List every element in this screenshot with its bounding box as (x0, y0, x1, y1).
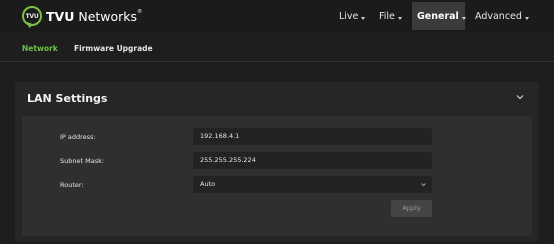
caret-down-icon (524, 16, 529, 20)
router-label: Router: (60, 181, 84, 189)
tab-network[interactable]: Network (22, 44, 58, 53)
nav-item-file[interactable]: File (379, 2, 402, 30)
lan-settings-title: LAN Settings (27, 92, 108, 105)
nav-advanced-label: Advanced (475, 10, 522, 22)
caret-down-icon (461, 16, 466, 20)
nav-item-general[interactable]: General (412, 2, 466, 30)
logo-badge-text: TVU (25, 12, 39, 20)
caret-down-icon (397, 16, 402, 20)
ip-address-field[interactable]: 192.168.4.1 (193, 128, 432, 145)
brand-name: TVU Networks® (46, 9, 142, 24)
ip-address-label: IP address: (60, 133, 96, 141)
brand-networks-text: Networks (78, 8, 138, 24)
nav-item-advanced[interactable]: Advanced (475, 2, 529, 30)
nav-live-label: Live (339, 10, 359, 22)
chevron-down-icon[interactable] (516, 93, 524, 101)
lan-settings-header[interactable]: LAN Settings (15, 82, 539, 116)
lan-settings-form: IP address: 192.168.4.1 Subnet Mask: 255… (22, 116, 532, 236)
logo-badge-icon: TVU (22, 6, 42, 26)
sub-tabs: Network Firmware Upgrade (0, 37, 554, 62)
trademark-symbol: ® (137, 8, 143, 15)
lan-settings-panel: LAN Settings IP address: 192.168.4.1 Sub… (15, 82, 539, 241)
nav-general-label: General (417, 10, 459, 22)
top-navigation-bar: TVU TVU Networks® Live File General Adva… (0, 0, 554, 32)
nav-item-live[interactable]: Live (339, 2, 366, 30)
chevron-down-icon (421, 183, 426, 187)
caret-down-icon (361, 16, 366, 20)
router-selected-value: Auto (200, 180, 216, 188)
tab-firmware-upgrade[interactable]: Firmware Upgrade (74, 44, 153, 53)
subnet-mask-label: Subnet Mask: (60, 157, 105, 165)
brand-badge-text: TVU (46, 8, 75, 24)
nav-file-label: File (379, 10, 395, 22)
router-select[interactable]: Auto (193, 176, 432, 193)
tvu-logo[interactable]: TVU TVU Networks® (22, 6, 142, 26)
apply-button[interactable]: Apply (391, 200, 432, 217)
subnet-mask-field[interactable]: 255.255.255.224 (193, 152, 432, 169)
